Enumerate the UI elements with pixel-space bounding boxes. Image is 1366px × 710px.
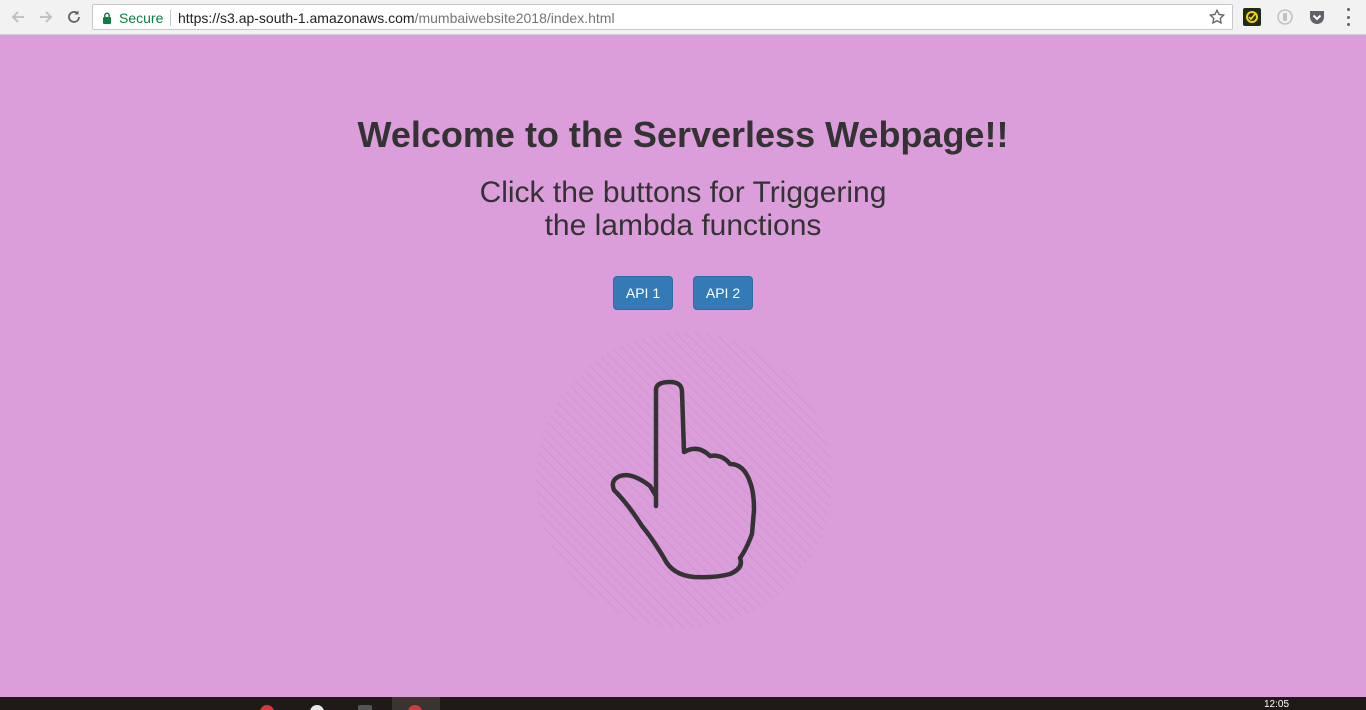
lock-icon <box>102 11 112 29</box>
extension-check-icon[interactable] <box>1243 8 1261 26</box>
security-label: Secure <box>119 10 164 26</box>
forward-arrow-icon[interactable] <box>36 7 56 27</box>
page-subtitle: Click the buttons for Triggering the lam… <box>433 176 933 242</box>
taskbar-app-icon[interactable] <box>260 705 274 710</box>
url-host: https://s3.ap-south-1.amazonaws.com <box>178 10 415 26</box>
taskbar-active-app[interactable] <box>392 697 440 710</box>
api-2-button[interactable]: API 2 <box>693 276 753 310</box>
taskbar: 12:05 <box>0 697 1366 710</box>
subtitle-line-2: the lambda functions <box>544 209 822 242</box>
address-bar[interactable]: Secure https://s3.ap-south-1.amazonaws.c… <box>92 4 1233 30</box>
api-1-button[interactable]: API 1 <box>613 276 673 310</box>
star-icon[interactable] <box>1208 8 1226 31</box>
divider <box>170 10 171 26</box>
browser-toolbar: Secure https://s3.ap-south-1.amazonaws.c… <box>0 0 1366 35</box>
taskbar-app-icon[interactable] <box>310 705 324 710</box>
menu-dots-icon[interactable] <box>1340 8 1356 26</box>
page-title: Welcome to the Serverless Webpage!! <box>357 114 1009 155</box>
back-arrow-icon[interactable] <box>8 7 28 27</box>
pointing-hand-icon <box>534 330 834 630</box>
reload-icon[interactable] <box>64 7 84 27</box>
subtitle-line-1: Click the buttons for Triggering <box>479 176 887 209</box>
url-path: /mumbaiwebsite2018/index.html <box>414 10 615 26</box>
extension-circle-icon[interactable] <box>1276 8 1294 26</box>
taskbar-app-icon[interactable] <box>358 705 372 710</box>
chrome-app-icon <box>408 705 422 710</box>
pocket-icon[interactable] <box>1308 8 1326 26</box>
url-text[interactable]: https://s3.ap-south-1.amazonaws.com/mumb… <box>178 10 615 26</box>
taskbar-clock[interactable]: 12:05 <box>1264 700 1289 710</box>
